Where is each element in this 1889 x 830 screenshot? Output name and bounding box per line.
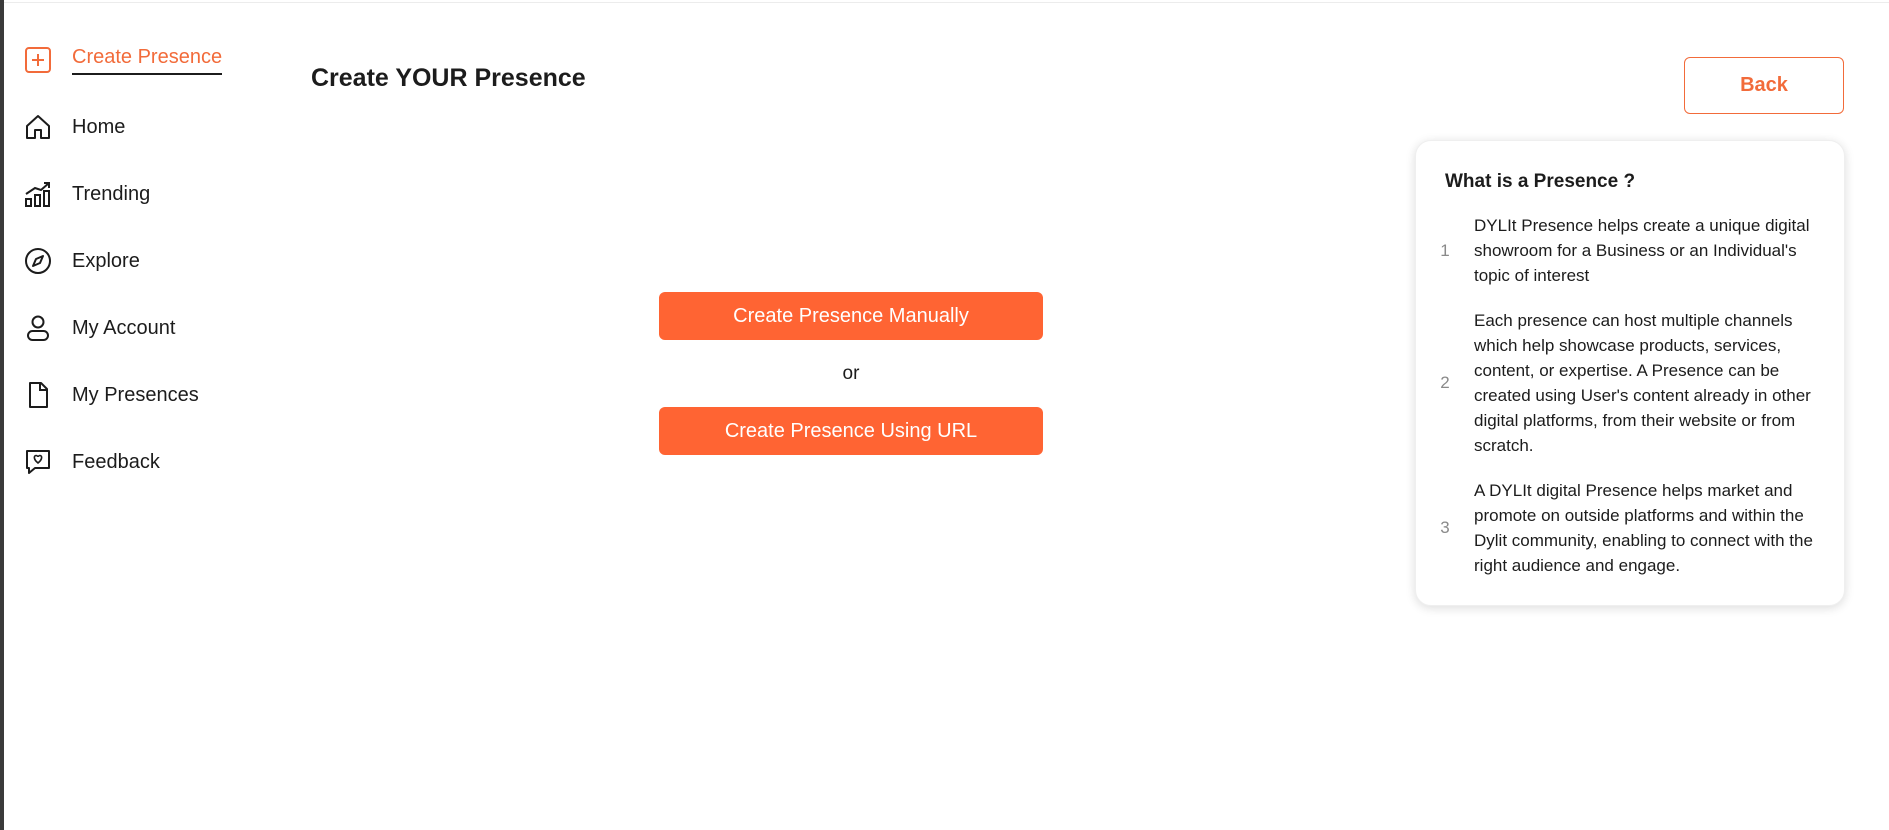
- info-item-number: 2: [1440, 373, 1450, 392]
- trending-icon: [22, 178, 54, 210]
- sidebar-item-label: My Account: [72, 316, 176, 339]
- compass-icon: [22, 245, 54, 277]
- plus-square-icon: [22, 44, 54, 76]
- info-item-text: Each presence can host multiple channels…: [1474, 311, 1811, 455]
- info-item: 1 DYLIt Presence helps create a unique d…: [1416, 213, 1844, 288]
- sidebar-item-label: Feedback: [72, 450, 160, 473]
- top-divider: [4, 2, 1889, 3]
- info-item-text: A DYLIt digital Presence helps market an…: [1474, 481, 1813, 575]
- info-item-number: 1: [1440, 240, 1450, 260]
- sidebar-item-home[interactable]: Home: [22, 107, 252, 147]
- sidebar-item-my-presences[interactable]: My Presences: [22, 375, 252, 415]
- info-item-text: DYLIt Presence helps create a unique dig…: [1474, 216, 1810, 285]
- info-item: 3 A DYLIt digital Presence helps market …: [1416, 478, 1844, 578]
- sidebar-item-label: My Presences: [72, 383, 199, 406]
- create-presence-url-button[interactable]: Create Presence Using URL: [659, 407, 1043, 455]
- sidebar-item-trending[interactable]: Trending: [22, 174, 252, 214]
- or-separator: or: [842, 363, 860, 384]
- window-left-edge: [0, 0, 4, 830]
- back-button[interactable]: Back: [1684, 57, 1844, 114]
- user-icon: [22, 312, 54, 344]
- info-card-title: What is a Presence ?: [1445, 171, 1636, 192]
- home-icon: [22, 111, 54, 143]
- create-presence-manually-button[interactable]: Create Presence Manually: [659, 292, 1043, 340]
- feedback-icon: [22, 446, 54, 478]
- sidebar-item-label: Home: [72, 115, 126, 138]
- presence-info-card: What is a Presence ? 1 DYLIt Presence he…: [1415, 140, 1845, 606]
- page-title: Create YOUR Presence: [311, 64, 586, 92]
- sidebar-item-label: Explore: [72, 249, 140, 272]
- info-item-number: 3: [1440, 518, 1450, 537]
- info-item: 2 Each presence can host multiple channe…: [1416, 308, 1844, 458]
- sidebar-item-my-account[interactable]: My Account: [22, 308, 252, 348]
- sidebar-item-label: Create Presence: [72, 46, 223, 75]
- file-icon: [22, 379, 54, 411]
- sidebar-item-create-presence[interactable]: Create Presence: [22, 40, 252, 80]
- sidebar-item-feedback[interactable]: Feedback: [22, 442, 252, 482]
- sidebar-item-explore[interactable]: Explore: [22, 241, 252, 281]
- sidebar-item-label: Trending: [72, 182, 151, 205]
